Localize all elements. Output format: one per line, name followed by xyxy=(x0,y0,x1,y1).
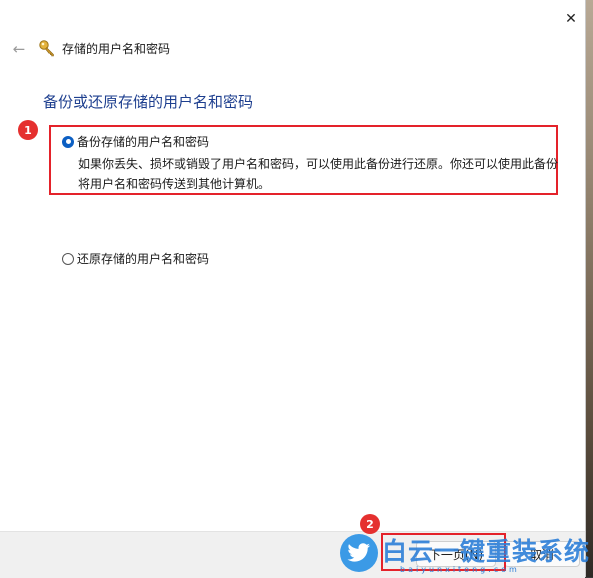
step-badge-1: 1 xyxy=(18,120,38,140)
key-icon xyxy=(39,40,54,57)
window-title: 存储的用户名和密码 xyxy=(62,42,171,56)
radio-option-backup-label: 备份存储的用户名和密码 xyxy=(77,135,210,149)
watermark: 白云一键重装系统 baiyunxitong.com xyxy=(340,532,591,577)
backup-description: 如果你丢失、损坏或销毁了用户名和密码，可以使用此备份进行还原。你还可以使用此备份… xyxy=(78,157,559,191)
radio-button-checked[interactable] xyxy=(62,135,74,148)
radio-option-restore-label: 还原存储的用户名和密码 xyxy=(77,252,210,266)
close-button[interactable]: ✕ xyxy=(556,6,586,32)
back-arrow-icon: ← xyxy=(12,40,26,58)
page-heading: 备份或还原存储的用户名和密码 xyxy=(43,93,254,111)
step-badge-2: 2 xyxy=(360,514,380,534)
radio-option-restore[interactable]: 还原存储的用户名和密码 xyxy=(62,250,209,267)
back-button[interactable]: ← xyxy=(8,38,30,60)
twitter-bird-icon xyxy=(340,534,378,572)
credential-manager-dialog: ✕ ← 存储的用户名和密码 备份或还原存储的用户名和密码 1 备份存储的用户名和… xyxy=(0,0,591,578)
radio-button-unchecked[interactable] xyxy=(62,252,74,265)
radio-option-backup[interactable]: 备份存储的用户名和密码 xyxy=(62,133,209,150)
watermark-url: baiyunxitong.com xyxy=(400,565,520,574)
watermark-text: 白云一键重装系统 xyxy=(382,537,591,566)
close-icon: ✕ xyxy=(565,11,577,27)
